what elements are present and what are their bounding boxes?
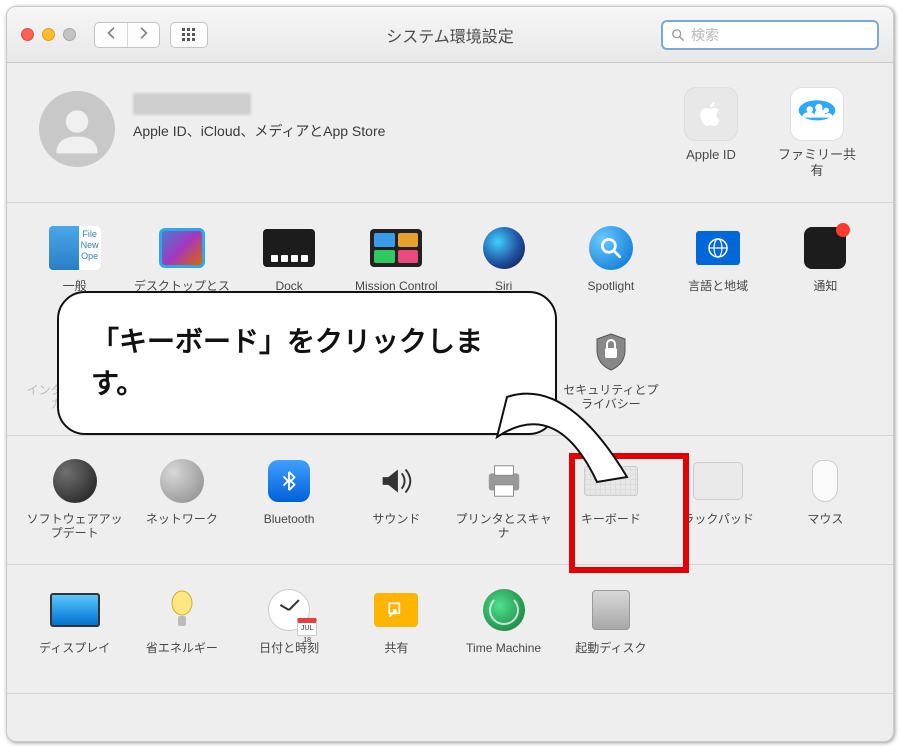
spotlight-icon	[589, 226, 633, 270]
family-sharing-tile[interactable]: ファミリー共有	[773, 87, 861, 180]
keyboard-icon	[584, 466, 638, 496]
siri-icon	[483, 227, 525, 269]
notifications-icon	[804, 227, 846, 269]
account-text: Apple ID、iCloud、メディアとApp Store	[133, 87, 385, 141]
pref-security-privacy[interactable]: セキュリティとプライバシー	[557, 323, 664, 419]
pref-startup-disk[interactable]: 起動ディスク	[557, 581, 664, 677]
nav-back-forward	[94, 22, 160, 48]
security-icon	[591, 332, 631, 372]
account-name-redacted	[133, 93, 251, 115]
pref-mouse[interactable]: マウス	[772, 452, 879, 548]
pref-keyboard[interactable]: キーボード	[557, 452, 664, 548]
display-icon	[50, 593, 100, 627]
language-region-icon	[696, 231, 740, 265]
printer-icon	[482, 462, 526, 500]
dock-icon	[263, 229, 315, 267]
appleid-label: Apple ID	[686, 147, 736, 163]
forward-button[interactable]	[127, 23, 159, 47]
toolbar: システム環境設定	[7, 7, 893, 63]
apple-logo-icon	[684, 87, 738, 141]
sysprefs-window: システム環境設定 Apple ID、iCloud、メディアとApp Store …	[6, 6, 894, 742]
time-machine-icon	[483, 589, 525, 631]
pref-spotlight[interactable]: Spotlight	[557, 219, 664, 315]
pref-sound[interactable]: サウンド	[343, 452, 450, 548]
pref-bluetooth[interactable]: Bluetooth	[236, 452, 343, 548]
account-subtitle: Apple ID、iCloud、メディアとApp Store	[133, 121, 385, 141]
close-window-button[interactable]	[21, 28, 34, 41]
pref-section-3: ディスプレイ 省エネルギー JUL 18 日付と時刻 共有 Time Machi…	[7, 565, 893, 694]
software-update-icon	[53, 459, 97, 503]
search-field[interactable]	[661, 20, 879, 50]
startup-disk-icon	[592, 590, 630, 630]
window-controls	[21, 28, 76, 41]
family-sharing-icon	[790, 87, 844, 141]
general-icon	[49, 226, 101, 270]
date-time-icon: JUL 18	[268, 589, 310, 631]
pref-sharing[interactable]: 共有	[343, 581, 450, 677]
pref-language-region[interactable]: 言語と地域	[665, 219, 772, 315]
pref-energy-saver[interactable]: 省エネルギー	[128, 581, 235, 677]
sharing-icon	[374, 593, 418, 627]
pref-software-update[interactable]: ソフトウェアアップデート	[21, 452, 128, 548]
pref-date-time[interactable]: JUL 18 日付と時刻	[236, 581, 343, 677]
user-avatar[interactable]	[39, 91, 115, 167]
pref-notifications[interactable]: 通知	[772, 219, 879, 315]
show-all-button[interactable]	[170, 22, 208, 48]
mouse-icon	[812, 460, 838, 502]
sound-icon	[375, 460, 417, 502]
energy-saver-icon	[171, 590, 193, 630]
pref-trackpad[interactable]: ラックパッド	[665, 452, 772, 548]
mission-control-icon	[370, 229, 422, 267]
pref-section-2: ソフトウェアアップデート ネットワーク Bluetooth サウンド プリンタと…	[7, 436, 893, 565]
account-section: Apple ID、iCloud、メディアとApp Store Apple ID …	[7, 63, 893, 203]
back-button[interactable]	[95, 23, 127, 47]
callout-text: 「キーボード」をクリックします。	[91, 326, 483, 399]
desktop-icon	[159, 228, 205, 268]
search-icon	[671, 28, 685, 42]
appleid-tile[interactable]: Apple ID	[667, 87, 755, 180]
pref-displays[interactable]: ディスプレイ	[21, 581, 128, 677]
bluetooth-icon	[268, 460, 310, 502]
pref-network[interactable]: ネットワーク	[128, 452, 235, 548]
family-sharing-label: ファミリー共有	[773, 147, 861, 180]
minimize-window-button[interactable]	[42, 28, 55, 41]
pref-time-machine[interactable]: Time Machine	[450, 581, 557, 677]
trackpad-icon	[693, 462, 743, 500]
search-input[interactable]	[691, 27, 869, 43]
zoom-window-button[interactable]	[63, 28, 76, 41]
instruction-callout: 「キーボード」をクリックします。	[57, 291, 557, 435]
pref-printers-scanners[interactable]: プリンタとスキャナ	[450, 452, 557, 548]
network-icon	[160, 459, 204, 503]
